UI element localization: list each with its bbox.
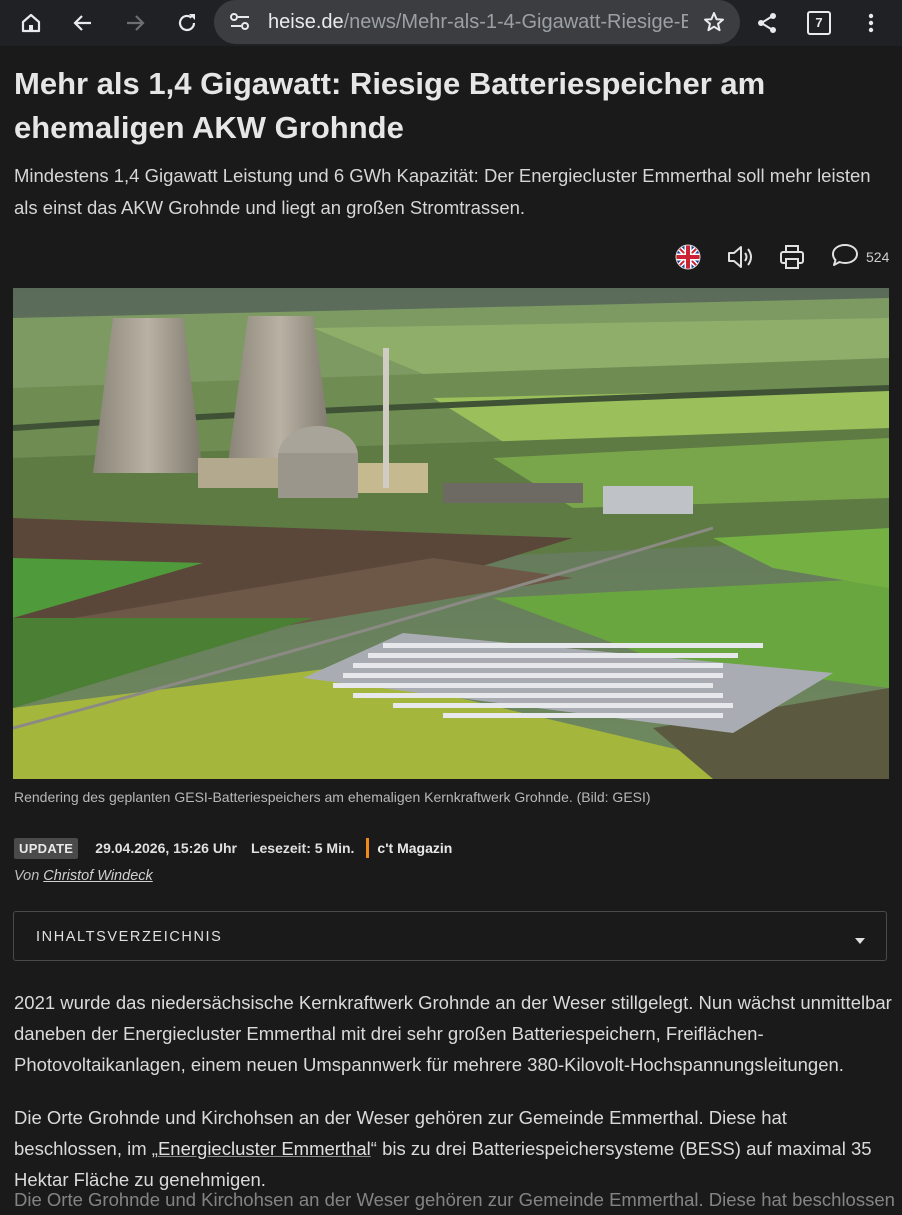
url-text: heise.de/news/Mehr-als-1-4-Gigawatt-Ries… [268,0,688,44]
star-icon[interactable] [702,10,726,39]
energiecluster-link[interactable]: Energiecluster Emmerthal [158,1138,371,1159]
more-vert-icon[interactable] [848,0,894,46]
url-path: /news/Mehr-als-1-4-Gigawatt-Riesige-Batt… [343,11,688,33]
publish-date: 29.04.2026, 15:26 Uhr [95,840,237,856]
share-icon[interactable] [744,0,790,46]
comment-bubble-icon [830,241,860,274]
update-badge: UPDATE [14,837,79,859]
comments-button[interactable]: 524 [830,240,889,274]
source-link[interactable]: c't Magazin [377,840,452,856]
image-caption: Rendering des geplanten GESI-Batteriespe… [14,789,651,805]
url-host: heise.de [268,11,344,33]
toc-label: INHALTSVERZEICHNIS [36,929,223,945]
paragraph-1: 2021 wurde das niedersächsische Kernkraf… [14,992,892,1075]
printer-icon[interactable] [778,240,806,274]
caret-down-icon [854,932,866,950]
source-accent-bar [366,838,370,858]
paragraph-2: Die Orte Grohnde und Kirchohsen an der W… [14,1102,894,1195]
hero-image[interactable] [13,288,889,779]
article-subtitle: Mindestens 1,4 Gigawatt Leistung und 6 G… [14,165,871,218]
byline-prefix: Von [14,868,40,884]
address-bar[interactable]: heise.de/news/Mehr-als-1-4-Gigawatt-Ries… [214,0,740,44]
uk-flag-icon[interactable] [675,240,701,274]
article-title: Mehr als 1,4 Gigawatt: Riesige Batteries… [14,66,766,145]
forward-arrow-icon[interactable] [112,0,158,46]
reading-time: Lesezeit: 5 Min. [250,840,355,856]
back-arrow-icon[interactable] [60,0,106,46]
comment-count: 524 [866,249,890,265]
author-link[interactable]: Christof Windeck [43,868,152,884]
browser-toolbar: heise.de/news/Mehr-als-1-4-Gigawatt-Ries… [0,0,902,46]
tab-switcher-button[interactable]: 7 [796,0,842,46]
site-settings-icon[interactable] [228,11,252,38]
tab-count: 7 [807,11,831,35]
reload-icon[interactable] [164,0,210,46]
speaker-icon[interactable] [726,240,756,274]
article-meta: UPDATE 29.04.2026, 15:26 Uhr Lesezeit: 5… [14,836,452,860]
table-of-contents-toggle[interactable]: INHALTSVERZEICHNIS [13,911,887,961]
home-icon[interactable] [8,0,54,46]
byline: Von Christof Windeck [14,868,153,884]
